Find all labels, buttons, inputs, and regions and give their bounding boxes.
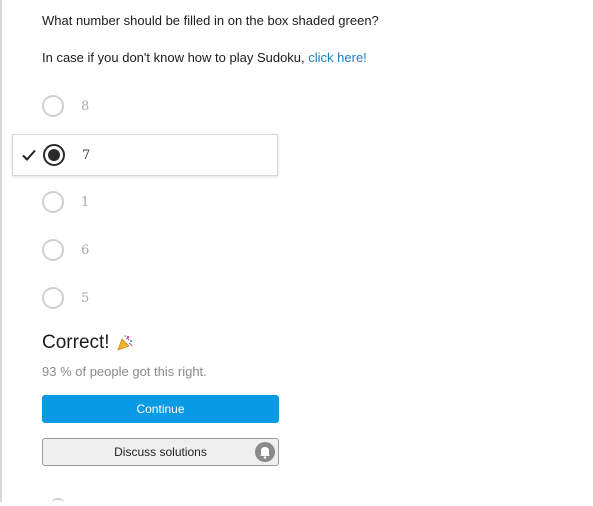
answer-choice-8[interactable]: 8 [12,86,278,128]
sudoku-hint: In case if you don't know how to play Su… [42,50,367,65]
result-heading: Correct! [42,332,134,354]
answer-choice-6[interactable]: 6 [12,230,278,272]
radio-button[interactable] [42,287,64,309]
radio-button[interactable] [42,191,64,213]
question-text: What number should be filled in on the b… [42,13,379,28]
radio-button-selected[interactable] [43,144,65,166]
answer-choice-5[interactable]: 5 [12,278,278,320]
radio-button[interactable] [42,95,64,117]
choice-label: 1 [81,195,90,210]
choice-label: 5 [81,291,90,306]
discuss-solutions-label: Discuss solutions [114,445,207,459]
continue-button[interactable]: Continue [42,395,279,423]
discuss-solutions-button[interactable]: Discuss solutions [42,438,279,466]
left-divider [0,0,2,502]
answer-choice-1[interactable]: 1 [12,182,278,224]
radio-button[interactable] [42,239,64,261]
success-rate-text: 93 % of people got this right. [42,364,207,379]
hint-text: In case if you don't know how to play Su… [42,50,309,65]
choice-label: 6 [81,243,90,258]
click-here-link[interactable]: click here! [308,50,367,65]
partial-radio-button [52,498,64,506]
result-title-text: Correct! [42,332,110,353]
bell-icon [255,442,275,462]
choice-label: 8 [81,99,90,114]
answer-choice-7[interactable]: 7 [12,134,278,176]
party-popper-icon [116,335,133,351]
choice-label: 7 [82,148,91,163]
checkmark-icon [22,149,36,161]
